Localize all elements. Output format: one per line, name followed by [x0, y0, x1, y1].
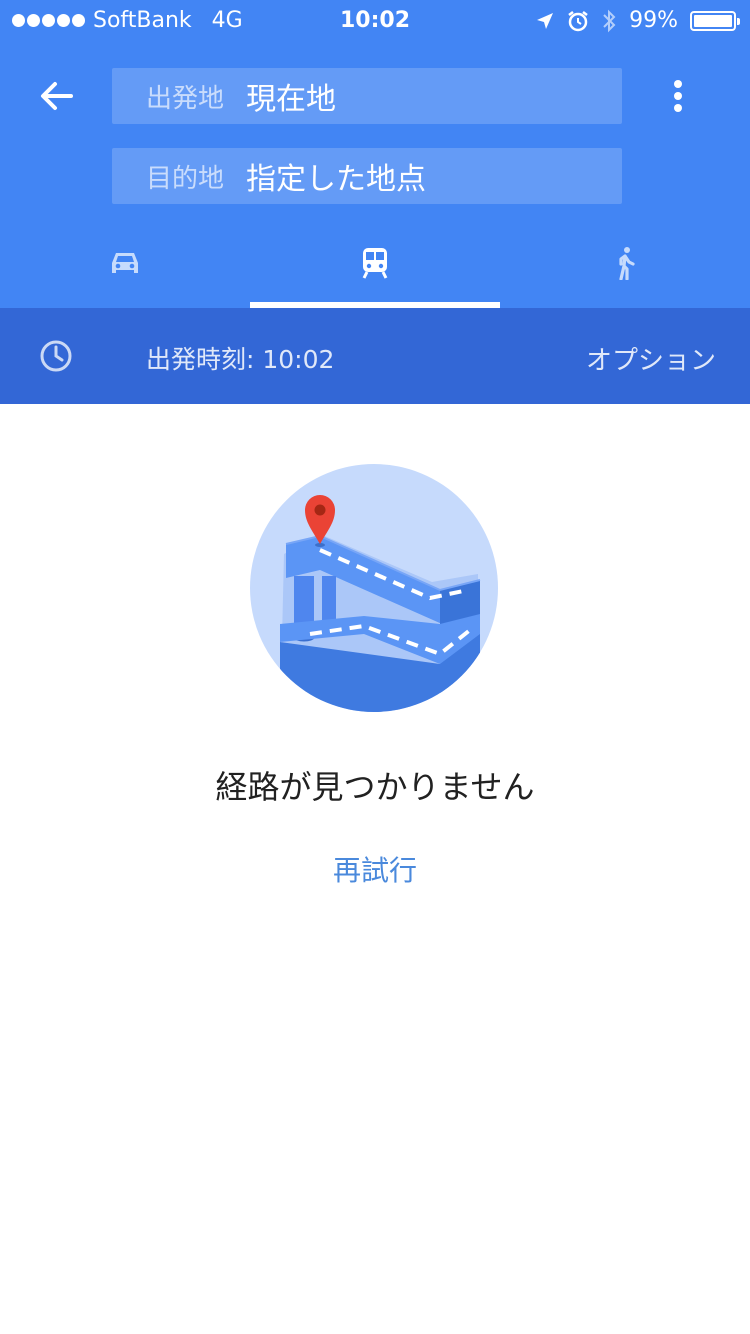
walk-icon: [619, 247, 635, 280]
train-icon: [362, 248, 388, 279]
no-route-message: 経路が見つかりません: [215, 768, 535, 806]
no-route-illustration: [250, 464, 498, 712]
tab-car[interactable]: [0, 230, 250, 308]
destination-field[interactable]: 目的地 指定した地点: [112, 148, 622, 204]
battery-percent: 99%: [629, 8, 678, 33]
app-header: SoftBank 4G 10:02 99% 出発地 現在地 目的地 指定した地点: [0, 0, 750, 308]
travel-mode-tabs: [0, 230, 750, 308]
more-vert-icon: [674, 80, 682, 112]
destination-label: 目的地: [146, 163, 225, 194]
retry-button[interactable]: 再試行: [275, 846, 475, 896]
alarm-icon: [568, 10, 588, 31]
departure-time-text[interactable]: 出発時刻: 10:02: [146, 340, 334, 376]
more-options-button[interactable]: [654, 72, 702, 120]
battery-level: [694, 14, 732, 27]
options-button[interactable]: オプション: [586, 340, 716, 377]
origin-label: 出発地: [146, 83, 225, 114]
origin-field[interactable]: 出発地 現在地: [112, 68, 622, 124]
status-bar-right: 99%: [535, 8, 740, 33]
back-button[interactable]: [32, 72, 80, 120]
departure-time-bar: 出発時刻: 10:02 オプション: [0, 308, 750, 404]
clock-icon[interactable]: [38, 338, 74, 374]
battery-icon: [690, 10, 740, 31]
location-arrow-icon: [537, 12, 554, 29]
car-icon: [112, 253, 138, 273]
tab-transit[interactable]: [250, 230, 500, 308]
status-bar: SoftBank 4G 10:02 99%: [0, 0, 750, 40]
origin-value: 現在地: [246, 82, 336, 117]
bluetooth-icon: [603, 9, 616, 32]
destination-value: 指定した地点: [246, 162, 426, 197]
arrow-back-icon: [41, 82, 73, 110]
tab-walk[interactable]: [500, 230, 750, 308]
